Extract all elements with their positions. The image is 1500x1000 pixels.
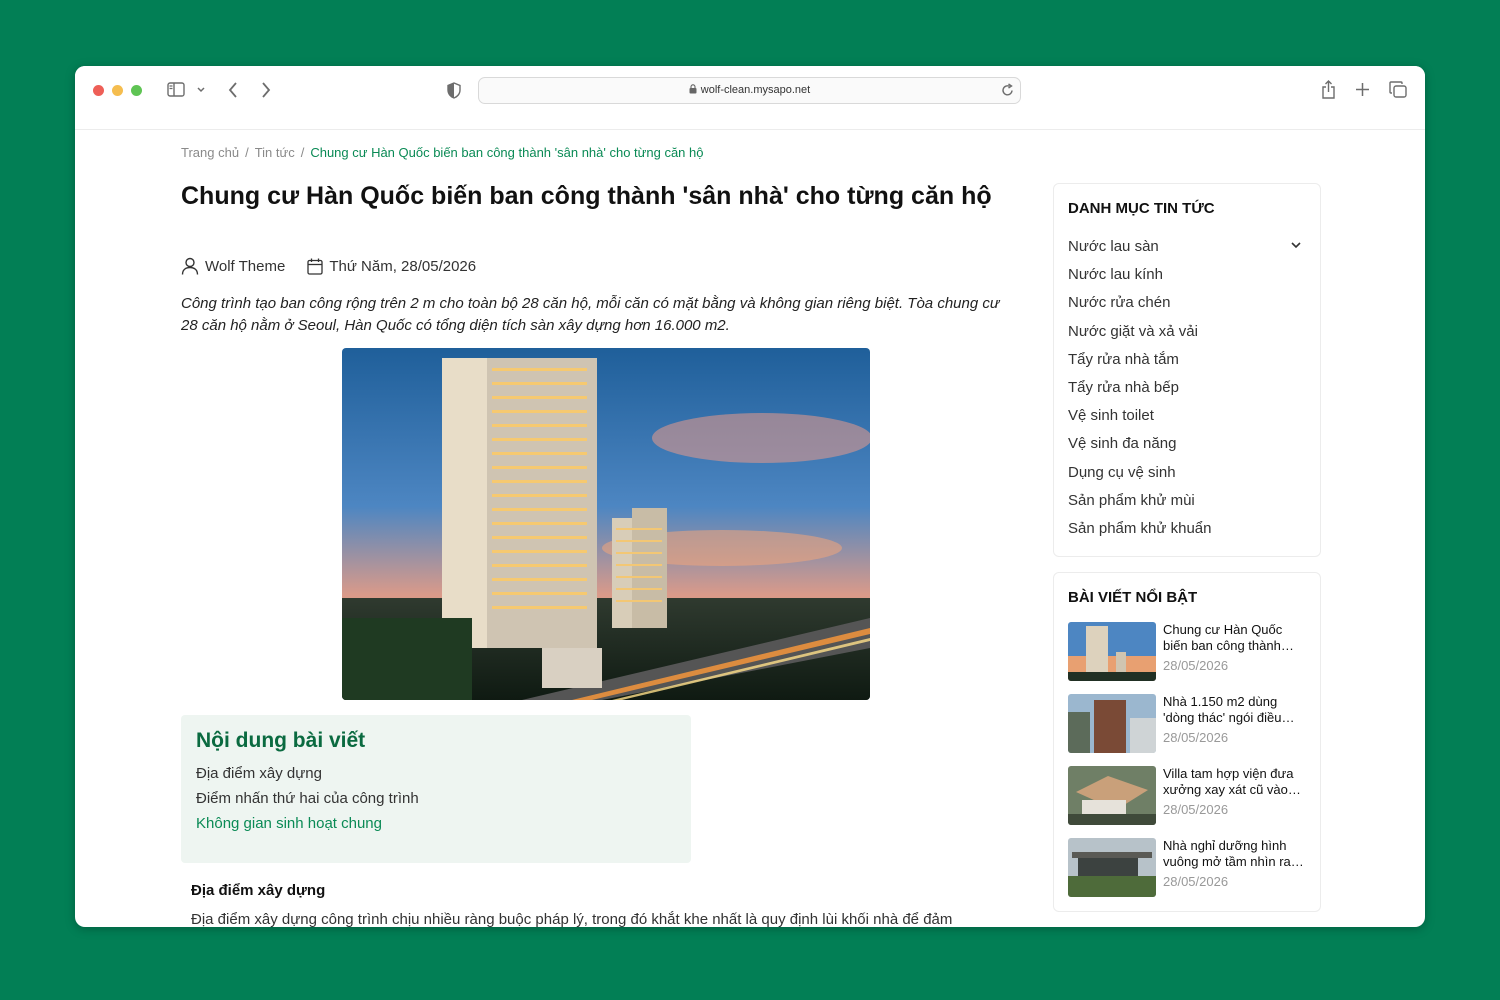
featured-post[interactable]: Nhà nghỉ dưỡng hình vuông mở tầm nhìn ra… bbox=[1068, 838, 1306, 897]
categories-card: DANH MỤC TIN TỨC Nước lau sàn Nước lau k… bbox=[1053, 183, 1321, 557]
minimize-window-button[interactable] bbox=[112, 85, 123, 96]
category-item[interactable]: Nước lau sàn bbox=[1068, 233, 1306, 261]
maximize-window-button[interactable] bbox=[131, 85, 142, 96]
category-item[interactable]: Vệ sinh đa năng bbox=[1068, 430, 1306, 458]
author-name: Wolf Theme bbox=[205, 257, 286, 275]
featured-post[interactable]: Chung cư Hàn Quốc biến ban công thành 's… bbox=[1068, 622, 1306, 681]
breadcrumb-news-link[interactable]: Tin tức bbox=[255, 145, 295, 160]
post-date: 28/05/2026 bbox=[1163, 874, 1229, 889]
privacy-shield-icon[interactable] bbox=[447, 82, 461, 103]
category-label: Nước lau sàn bbox=[1068, 238, 1159, 255]
reload-icon[interactable] bbox=[1001, 83, 1014, 102]
breadcrumb-separator: / bbox=[300, 145, 305, 160]
address-bar[interactable]: wolf-clean.mysapo.net bbox=[478, 77, 1021, 104]
url-text: wolf-clean.mysapo.net bbox=[700, 84, 811, 96]
chevron-down-icon[interactable] bbox=[1290, 233, 1302, 261]
toc-title: Nội dung bài viết bbox=[196, 729, 366, 752]
category-item[interactable]: Nước giặt và xả vải bbox=[1068, 318, 1306, 346]
user-icon bbox=[181, 257, 199, 275]
category-item[interactable]: Dụng cụ vệ sinh bbox=[1068, 459, 1306, 487]
category-item[interactable]: Vệ sinh toilet bbox=[1068, 402, 1306, 430]
calendar-icon bbox=[307, 258, 323, 275]
post-title[interactable]: Villa tam hợp viện đưa xưởng xay xát cũ … bbox=[1163, 766, 1306, 798]
article-date: Thứ Năm, 28/05/2026 bbox=[307, 258, 476, 275]
category-item[interactable]: Nước lau kính bbox=[1068, 261, 1306, 289]
new-tab-icon[interactable] bbox=[1355, 82, 1370, 101]
back-icon[interactable] bbox=[227, 81, 239, 103]
url-display[interactable]: wolf-clean.mysapo.net bbox=[479, 84, 1020, 96]
table-of-contents: Nội dung bài viết Địa điểm xây dựng Điểm… bbox=[181, 715, 691, 863]
building-photo bbox=[342, 348, 870, 700]
forward-icon[interactable] bbox=[260, 81, 272, 103]
post-title[interactable]: Nhà 1.150 m2 dùng 'dòng thác' ngói điều … bbox=[1163, 694, 1306, 726]
post-thumbnail[interactable] bbox=[1068, 838, 1156, 897]
section-paragraph: Địa điểm xây dựng công trình chịu nhiều … bbox=[191, 911, 953, 927]
breadcrumb-home-link[interactable]: Trang chủ bbox=[181, 145, 239, 160]
post-title[interactable]: Chung cư Hàn Quốc biến ban công thành 's… bbox=[1163, 622, 1306, 654]
featured-post[interactable]: Nhà 1.150 m2 dùng 'dòng thác' ngói điều … bbox=[1068, 694, 1306, 753]
browser-toolbar: wolf-clean.mysapo.net bbox=[75, 66, 1425, 130]
category-item[interactable]: Tẩy rửa nhà bếp bbox=[1068, 374, 1306, 402]
category-item[interactable]: Nước rửa chén bbox=[1068, 289, 1306, 317]
date-text: Thứ Năm, 28/05/2026 bbox=[329, 257, 477, 275]
categories-title: DANH MỤC TIN TỨC bbox=[1068, 200, 1215, 217]
featured-title: BÀI VIẾT NỔI BẬT bbox=[1068, 589, 1198, 606]
breadcrumb: Trang chủ / Tin tức / Chung cư Hàn Quốc biến… bbox=[181, 145, 703, 160]
category-item[interactable]: Sản phẩm khử mùi bbox=[1068, 487, 1306, 515]
lock-icon bbox=[689, 84, 697, 94]
post-thumbnail[interactable] bbox=[1068, 694, 1156, 753]
featured-posts-card: BÀI VIẾT NỔI BẬT Chung cư Hàn Quốc biến … bbox=[1053, 572, 1321, 912]
article-meta: Wolf Theme Thứ Năm, 28/05/2026 bbox=[181, 257, 498, 275]
article-hero-image bbox=[342, 348, 870, 700]
toc-item[interactable]: Địa điểm xây dựng bbox=[196, 761, 676, 786]
page-content: Trang chủ / Tin tức / Chung cư Hàn Quốc biến… bbox=[75, 129, 1425, 927]
post-date: 28/05/2026 bbox=[1163, 658, 1229, 673]
category-item[interactable]: Sản phẩm khử khuẩn bbox=[1068, 515, 1306, 543]
post-thumbnail[interactable] bbox=[1068, 622, 1156, 681]
section-heading: Địa điểm xây dựng bbox=[191, 882, 326, 899]
post-date: 28/05/2026 bbox=[1163, 802, 1229, 817]
post-title[interactable]: Nhà nghỉ dưỡng hình vuông mở tầm nhìn ra… bbox=[1163, 838, 1306, 870]
chevron-down-icon[interactable] bbox=[196, 83, 206, 99]
breadcrumb-separator: / bbox=[245, 145, 249, 160]
post-thumbnail[interactable] bbox=[1068, 766, 1156, 825]
article-title: Chung cư Hàn Quốc biến ban công thành 's… bbox=[181, 182, 992, 210]
toc-item[interactable]: Điểm nhấn thứ hai của công trình bbox=[196, 786, 676, 811]
toc-item[interactable]: Không gian sinh hoạt chung bbox=[196, 811, 676, 836]
article-lead: Công trình tạo ban công rộng trên 2 m ch… bbox=[181, 295, 1000, 334]
sidebar-toggle-icon[interactable] bbox=[167, 82, 185, 101]
share-icon[interactable] bbox=[1321, 80, 1336, 103]
featured-post[interactable]: Villa tam hợp viện đưa xưởng xay xát cũ … bbox=[1068, 766, 1306, 825]
post-date: 28/05/2026 bbox=[1163, 730, 1229, 745]
article-author: Wolf Theme bbox=[181, 257, 285, 275]
category-item[interactable]: Tẩy rửa nhà tắm bbox=[1068, 346, 1306, 374]
breadcrumb-current: Chung cư Hàn Quốc biến ban công thành 's… bbox=[310, 145, 704, 160]
close-window-button[interactable] bbox=[93, 85, 104, 96]
browser-window: wolf-clean.mysapo.net Trang chủ / Tin tức /… bbox=[75, 66, 1425, 927]
tab-overview-icon[interactable] bbox=[1389, 81, 1407, 102]
